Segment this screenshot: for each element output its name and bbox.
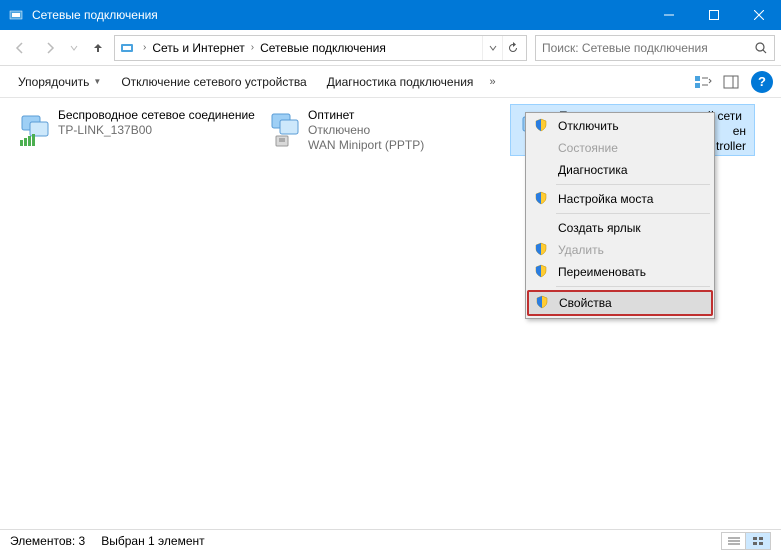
cm-label: Состояние (558, 141, 618, 155)
connection-name: Беспроводное сетевое соединение (58, 108, 256, 123)
connection-item[interactable]: Беспроводное сетевое соединение TP-LINK_… (10, 104, 260, 156)
chevron-right-icon: › (249, 42, 256, 53)
search-icon[interactable] (754, 41, 768, 55)
content-area: Беспроводное сетевое соединение TP-LINK_… (0, 98, 781, 529)
view-large-icons-button[interactable] (746, 533, 770, 549)
context-menu: Отключить Состояние Диагностика Настройк… (525, 112, 715, 319)
diagnose-button[interactable]: Диагностика подключения (317, 71, 484, 93)
window-controls (646, 0, 781, 30)
cm-status: Состояние (528, 137, 712, 159)
wan-icon (264, 108, 308, 152)
cm-label: Создать ярлык (558, 221, 641, 235)
organize-label: Упорядочить (18, 75, 89, 89)
status-selected: Выбран 1 элемент (101, 534, 204, 548)
cm-label: Диагностика (558, 163, 628, 177)
maximize-button[interactable] (691, 0, 736, 30)
diagnose-label: Диагностика подключения (327, 75, 474, 89)
chevron-right-icon: › (141, 42, 148, 53)
cm-label: Свойства (559, 296, 612, 310)
connection-device: WAN Miniport (PPTP) (308, 138, 506, 153)
refresh-button[interactable] (502, 36, 522, 60)
view-options-button[interactable] (689, 70, 717, 94)
separator (556, 184, 710, 185)
breadcrumb-item[interactable]: Сеть и Интернет (148, 41, 248, 55)
shield-icon (535, 295, 551, 311)
search-input[interactable] (542, 41, 754, 55)
view-details-button[interactable] (722, 533, 746, 549)
breadcrumb-item[interactable]: Сетевые подключения (256, 41, 390, 55)
status-bar: Элементов: 3 Выбран 1 элемент (0, 529, 781, 551)
cm-properties[interactable]: Свойства (529, 292, 711, 314)
window-titlebar: Сетевые подключения (0, 0, 781, 30)
cm-diagnose[interactable]: Диагностика (528, 159, 712, 181)
shield-icon (534, 191, 550, 207)
address-bar: › Сеть и Интернет › Сетевые подключения (0, 30, 781, 66)
search-box[interactable] (535, 35, 775, 61)
up-button[interactable] (84, 35, 112, 61)
cm-label: Настройка моста (558, 192, 653, 206)
cm-bridge[interactable]: Настройка моста (528, 188, 712, 210)
cm-rename[interactable]: Переименовать (528, 261, 712, 283)
cm-delete: Удалить (528, 239, 712, 261)
view-toggle (721, 532, 771, 550)
separator (556, 213, 710, 214)
status-count: Элементов: 3 (10, 534, 85, 548)
location-icon (119, 40, 135, 56)
cm-label: Переименовать (558, 265, 646, 279)
connection-device: TP-LINK_137B00 (58, 123, 256, 138)
window-title: Сетевые подключения (32, 8, 646, 22)
forward-button[interactable] (36, 35, 64, 61)
app-icon (8, 7, 24, 23)
back-button[interactable] (6, 35, 34, 61)
disable-device-button[interactable]: Отключение сетевого устройства (111, 71, 316, 93)
cm-label: Отключить (558, 119, 619, 133)
separator (556, 286, 710, 287)
connection-status: Отключено (308, 123, 506, 138)
disable-label: Отключение сетевого устройства (121, 75, 306, 89)
nav-history-dropdown[interactable] (66, 35, 82, 61)
overflow-chevron[interactable]: » (483, 76, 501, 88)
close-button[interactable] (736, 0, 781, 30)
cm-shortcut[interactable]: Создать ярлык (528, 217, 712, 239)
cm-highlighted-item: Свойства (527, 290, 713, 316)
address-dropdown-button[interactable] (482, 36, 502, 60)
organize-menu[interactable]: Упорядочить ▼ (8, 71, 111, 93)
shield-icon (534, 118, 550, 134)
shield-icon (534, 242, 550, 258)
help-button[interactable]: ? (751, 71, 773, 93)
breadcrumb[interactable]: › Сеть и Интернет › Сетевые подключения (114, 35, 527, 61)
preview-pane-button[interactable] (717, 70, 745, 94)
chevron-down-icon: ▼ (93, 77, 101, 86)
shield-icon (534, 264, 550, 280)
cm-label: Удалить (558, 243, 604, 257)
cm-disable[interactable]: Отключить (528, 115, 712, 137)
command-bar: Упорядочить ▼ Отключение сетевого устрой… (0, 66, 781, 98)
wifi-icon (14, 108, 58, 152)
connection-item[interactable]: Оптинет Отключено WAN Miniport (PPTP) (260, 104, 510, 156)
connection-name: Оптинет (308, 108, 506, 123)
minimize-button[interactable] (646, 0, 691, 30)
